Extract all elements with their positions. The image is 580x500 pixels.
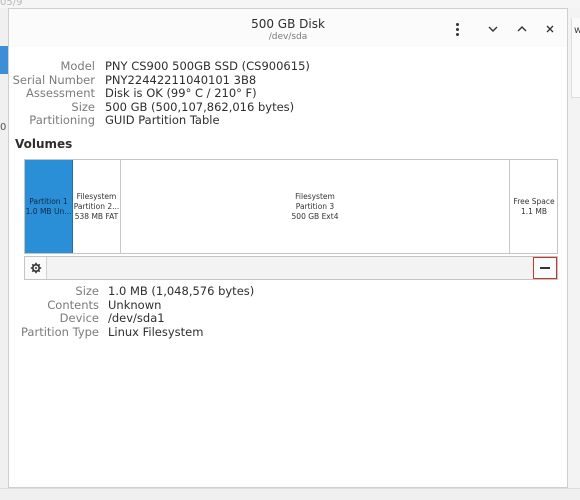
- menu-button[interactable]: [447, 19, 467, 39]
- volume-line: Partition 1: [29, 196, 68, 206]
- info-value: GUID Partition Table: [105, 113, 220, 127]
- info-label: Size: [71, 99, 95, 114]
- chevron-up-icon: [517, 26, 527, 32]
- detail-value: Unknown: [108, 297, 162, 312]
- detail-value: 1.0 MB (1,048,576 bytes): [108, 284, 255, 298]
- disk-dialog: 500 GB Disk /dev/sda Model PNY CS900 500…: [8, 8, 568, 488]
- maximize-button[interactable]: [512, 19, 532, 39]
- detail-value: Linux Filesystem: [108, 324, 204, 339]
- volume-line: Free Space: [513, 196, 555, 206]
- detail-row-partition-type: Partition Type Linux Filesystem: [9, 325, 567, 339]
- background-right-text: w: [574, 25, 580, 36]
- detail-row-size: Size 1.0 MB (1,048,576 bytes): [9, 284, 567, 298]
- detail-row-contents: Contents Unknown: [9, 298, 567, 312]
- volume-free-space[interactable]: Free Space 1.1 MB: [510, 160, 558, 253]
- gear-icon: [30, 262, 41, 274]
- volume-line: Filesystem: [76, 191, 117, 201]
- info-row-model: Model PNY CS900 500GB SSD (CS900615): [9, 59, 567, 73]
- info-row-assessment: Assessment Disk is OK (99° C / 210° F): [9, 86, 567, 100]
- volume-line: 1.0 MB Un...: [25, 206, 72, 216]
- volume-line: Partition 3: [295, 201, 335, 211]
- detail-row-device: Device /dev/sda1: [9, 311, 567, 325]
- detail-label: Size: [75, 284, 99, 298]
- volumes-heading: Volumes: [15, 137, 73, 151]
- volume-partition-1[interactable]: Partition 1 1.0 MB Un...: [25, 160, 73, 253]
- partition-options-button[interactable]: [25, 257, 47, 279]
- chevron-down-icon: [488, 26, 498, 32]
- background-bottom-strip: [0, 488, 580, 500]
- minimize-button[interactable]: [483, 19, 503, 39]
- background-left-selection: [0, 46, 8, 74]
- title-bar[interactable]: 500 GB Disk /dev/sda: [9, 9, 567, 47]
- vertical-dots-icon: [455, 22, 459, 26]
- info-label: Model: [60, 59, 95, 73]
- background-top-strip: 05/9: [0, 0, 580, 8]
- info-row-partitioning: Partitioning GUID Partition Table: [9, 113, 567, 127]
- volumes-map: Partition 1 1.0 MB Un... Filesystem Part…: [24, 159, 558, 254]
- info-value: 500 GB (500,107,862,016 bytes): [105, 99, 295, 114]
- volume-line: Partition 2...: [73, 201, 120, 211]
- volume-partition-3[interactable]: Filesystem Partition 3 500 GB Ext4: [121, 160, 510, 253]
- info-value: PNY CS900 500GB SSD (CS900615): [105, 59, 310, 73]
- info-value: PNY22442211040101 3B8: [105, 72, 257, 87]
- info-label: Serial Number: [12, 72, 95, 87]
- info-label: Partitioning: [29, 113, 95, 127]
- background-crumb: 05/9: [0, 0, 23, 8]
- volume-line: 1.1 MB: [521, 206, 547, 216]
- disk-info: Model PNY CS900 500GB SSD (CS900615) Ser…: [9, 59, 567, 127]
- close-icon: [546, 25, 554, 33]
- volume-line: 500 GB Ext4: [291, 211, 339, 221]
- volume-toolbar: [24, 256, 558, 280]
- partition-details: Size 1.0 MB (1,048,576 bytes) Contents U…: [9, 284, 567, 339]
- delete-partition-button[interactable]: [533, 257, 557, 279]
- detail-label: Contents: [47, 297, 99, 312]
- volume-line: 538 MB FAT: [74, 211, 119, 221]
- info-label: Assessment: [26, 86, 95, 100]
- volume-partition-2[interactable]: Filesystem Partition 2... 538 MB FAT: [73, 160, 121, 253]
- detail-label: Device: [59, 311, 99, 325]
- minus-icon: [540, 267, 550, 269]
- background-left-text: 0: [0, 122, 7, 133]
- info-row-size: Size 500 GB (500,107,862,016 bytes): [9, 100, 567, 114]
- detail-label: Partition Type: [21, 324, 99, 339]
- detail-value: /dev/sda1: [108, 311, 165, 325]
- info-value: Disk is OK (99° C / 210° F): [105, 86, 257, 100]
- close-button[interactable]: [540, 19, 560, 39]
- volume-line: Filesystem: [295, 191, 335, 201]
- background-left-panel: [0, 8, 8, 488]
- info-row-serial: Serial Number PNY22442211040101 3B8: [9, 73, 567, 87]
